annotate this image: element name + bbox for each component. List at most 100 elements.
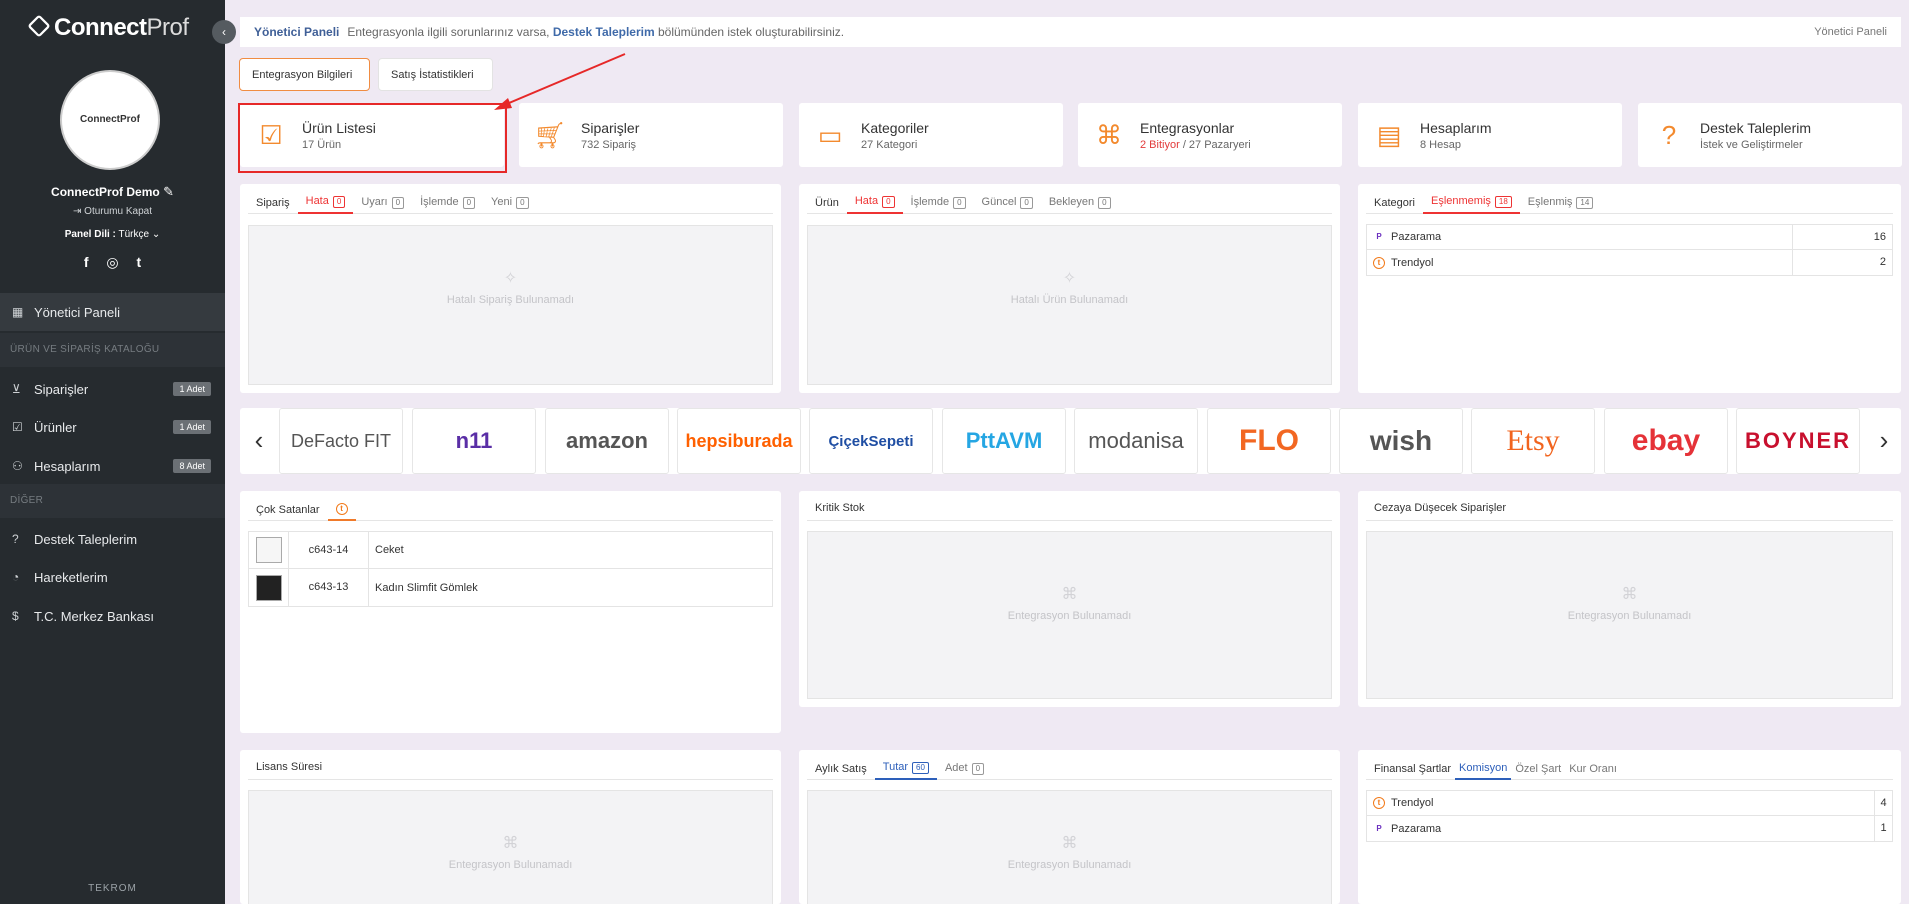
brand-logo-hepsiburada[interactable]: hepsiburada (677, 408, 801, 474)
stat-card-integrations[interactable]: ⌘ Entegrasyonlar 2 Bitiyor / 27 Pazaryeri (1078, 103, 1342, 167)
logo-icon (27, 14, 51, 38)
tab-commission[interactable]: Komisyon (1455, 762, 1512, 780)
tab-exchange-rate[interactable]: Kur Oranı (1565, 763, 1621, 779)
brand-logo-n11[interactable]: n11 (412, 408, 536, 474)
support-link[interactable]: Destek Taleplerim (553, 25, 655, 39)
brand-logo-ebay[interactable]: ebay (1604, 408, 1728, 474)
sidebar-item-support[interactable]: ? Destek Taleplerim (0, 520, 225, 558)
tab-label: Özel Şart (1515, 763, 1562, 775)
finance-tabs: Finansal Şartlar Komisyon Özel Şart Kur … (1366, 758, 1893, 780)
panel-title: Finansal Şartlar (1374, 763, 1452, 775)
sidebar-item-bank[interactable]: $ T.C. Merkez Bankası (0, 597, 225, 635)
stat-card-accounts[interactable]: ▤ Hesaplarım 8 Hesap (1358, 103, 1622, 167)
table-row[interactable]: P Pazarama 16 (1367, 225, 1892, 250)
brand-logo-pttavm[interactable]: PttAVM (942, 408, 1066, 474)
marketplace-name: Pazarama (1391, 231, 1442, 243)
tab-product-pending[interactable]: Bekleyen 0 (1041, 196, 1119, 213)
sidebar-item-dashboard[interactable]: ▦ Yönetici Paneli (0, 293, 225, 331)
sidebar-collapse-button[interactable]: ‹ (212, 20, 236, 44)
count-badge: 60 (912, 762, 929, 774)
app-logo[interactable]: ConnectProf (27, 14, 189, 42)
table-row[interactable]: c643-13 Kadın Slimfit Gömlek (249, 569, 772, 606)
panel-title: Kategori (1374, 197, 1415, 209)
edit-icon[interactable]: ✎ (163, 184, 174, 199)
sidebar-item-label: Ürünler (34, 419, 77, 435)
tab-special-terms[interactable]: Özel Şart (1511, 763, 1565, 779)
language-selector[interactable]: Panel Dili : Türkçe ⌄ (0, 229, 225, 240)
tab-order-processing[interactable]: İşlemde 0 (412, 196, 483, 213)
brand-logo-wish[interactable]: wish (1339, 408, 1463, 474)
page-title: Yönetici Paneli (254, 25, 340, 39)
sidebar-item-accounts[interactable]: ⚇ Hesaplarım 8 Adet (0, 447, 225, 485)
tab-label: Bekleyen (1048, 196, 1095, 208)
count-badge: 0 (882, 196, 895, 208)
carousel-next-button[interactable]: › (1869, 408, 1899, 474)
finance-table: t Trendyol 4 P Pazarama 1 (1366, 790, 1893, 842)
tab-order-warning[interactable]: Uyarı 0 (353, 196, 412, 213)
brand-logo-boyner[interactable]: BOYNER (1736, 408, 1860, 474)
chevron-right-icon: › (1879, 425, 1889, 455)
lang-value: Türkçe (118, 229, 150, 240)
tab-label: Güncel (981, 196, 1017, 208)
instagram-icon[interactable]: ◎ (106, 254, 118, 271)
carousel-prev-button[interactable]: ‹ (244, 408, 274, 474)
tab-unmatched[interactable]: Eşlenmemiş 18 (1422, 195, 1520, 214)
tab-label: Uyarı (361, 196, 388, 208)
tab-label: Hata (854, 195, 879, 207)
tab-sales-stats[interactable]: Satış İstatistikleri (378, 58, 493, 91)
count-cell: 4 (1874, 791, 1892, 815)
logout-link[interactable]: ⇥ Oturumu Kapat (0, 206, 225, 217)
brand-logo-modanisa[interactable]: modanisa (1074, 408, 1198, 474)
brand-logo-etsy[interactable]: Etsy (1471, 408, 1595, 474)
marketplace-cell: t Trendyol (1367, 256, 1792, 269)
sidebar-item-orders[interactable]: ⊻ Siparişler 1 Adet (0, 370, 225, 408)
brand-name: modanisa (1088, 428, 1184, 453)
tab-amount[interactable]: Tutar 60 (874, 761, 937, 780)
brand-logo-flo[interactable]: FLO (1207, 408, 1331, 474)
tab-label: İşlemde (420, 196, 459, 208)
tab-quantity[interactable]: Adet 0 (937, 762, 992, 779)
section-label: ÜRÜN VE SİPARİŞ KATALOĞU (10, 344, 160, 355)
count-badge: 0 (971, 763, 985, 775)
table-row[interactable]: P Pazarama 1 (1367, 816, 1892, 841)
brand-logo-defacto[interactable]: DeFacto FIT (279, 408, 403, 474)
bestsellers-panel: Çok Satanlar t c643-14 Ceket c643-13 Kadın… (240, 491, 781, 733)
party-icon: ✧ (1062, 270, 1077, 287)
tab-product-processing[interactable]: İşlemde 0 (903, 196, 974, 213)
brand-logo-amazon[interactable]: amazon (545, 408, 669, 474)
image-placeholder-icon (255, 537, 282, 563)
question-icon: ? (12, 532, 19, 546)
sidebar-item-movements[interactable]: ◔ Hareketlerim (0, 558, 225, 596)
table-row[interactable]: c643-14 Ceket (249, 532, 772, 569)
category-panel: Kategori Eşlenmemiş 18 Eşlenmiş 14 P Pazara… (1358, 184, 1901, 393)
table-row[interactable]: t Trendyol 2 (1367, 250, 1892, 275)
webhook-icon: ⌘ (1061, 835, 1078, 852)
count-badge: 18 (1494, 196, 1512, 208)
stat-card-support[interactable]: ? Destek Taleplerim İstek ve Geliştirmeler (1638, 103, 1902, 167)
chevron-left-icon: ‹ (222, 25, 226, 39)
stat-card-categories[interactable]: ▭ Kategoriler 27 Kategori (799, 103, 1063, 167)
facebook-icon[interactable]: f (84, 254, 89, 270)
activity-icon: ◔ (12, 570, 20, 584)
brand-name: BOYNER (1744, 428, 1852, 453)
tab-product-current[interactable]: Güncel 0 (974, 196, 1041, 213)
table-row[interactable]: t Trendyol 4 (1367, 791, 1892, 816)
webhook-icon: ⌘ (1061, 586, 1078, 603)
marketplace-cell: t Trendyol (1367, 797, 1874, 809)
tab-integration-info[interactable]: Entegrasyon Bilgileri (239, 58, 370, 91)
tab-label: Kur Oranı (1569, 763, 1617, 775)
avatar: ConnectProf (60, 70, 160, 170)
sidebar-item-products[interactable]: ☑ Ürünler 1 Adet (0, 408, 225, 446)
tab-order-new[interactable]: Yeni 0 (483, 196, 536, 213)
chevron-down-icon: ⌄ (151, 229, 161, 240)
panel-title: Sipariş (256, 197, 290, 209)
panel-title: Lisans Süresi (248, 758, 773, 780)
tab-order-error[interactable]: Hata 0 (297, 195, 354, 214)
webhook-icon: ⌘ (1096, 120, 1122, 150)
brand-logo-ciceksepeti[interactable]: ÇiçekSepeti (809, 408, 933, 474)
tab-product-error[interactable]: Hata 0 (846, 195, 903, 214)
sidebar-item-label: Siparişler (34, 381, 89, 397)
tab-matched[interactable]: Eşlenmiş 14 (1520, 196, 1602, 213)
twitter-icon[interactable]: t (137, 254, 142, 270)
tab-trendyol[interactable]: t (327, 502, 356, 521)
